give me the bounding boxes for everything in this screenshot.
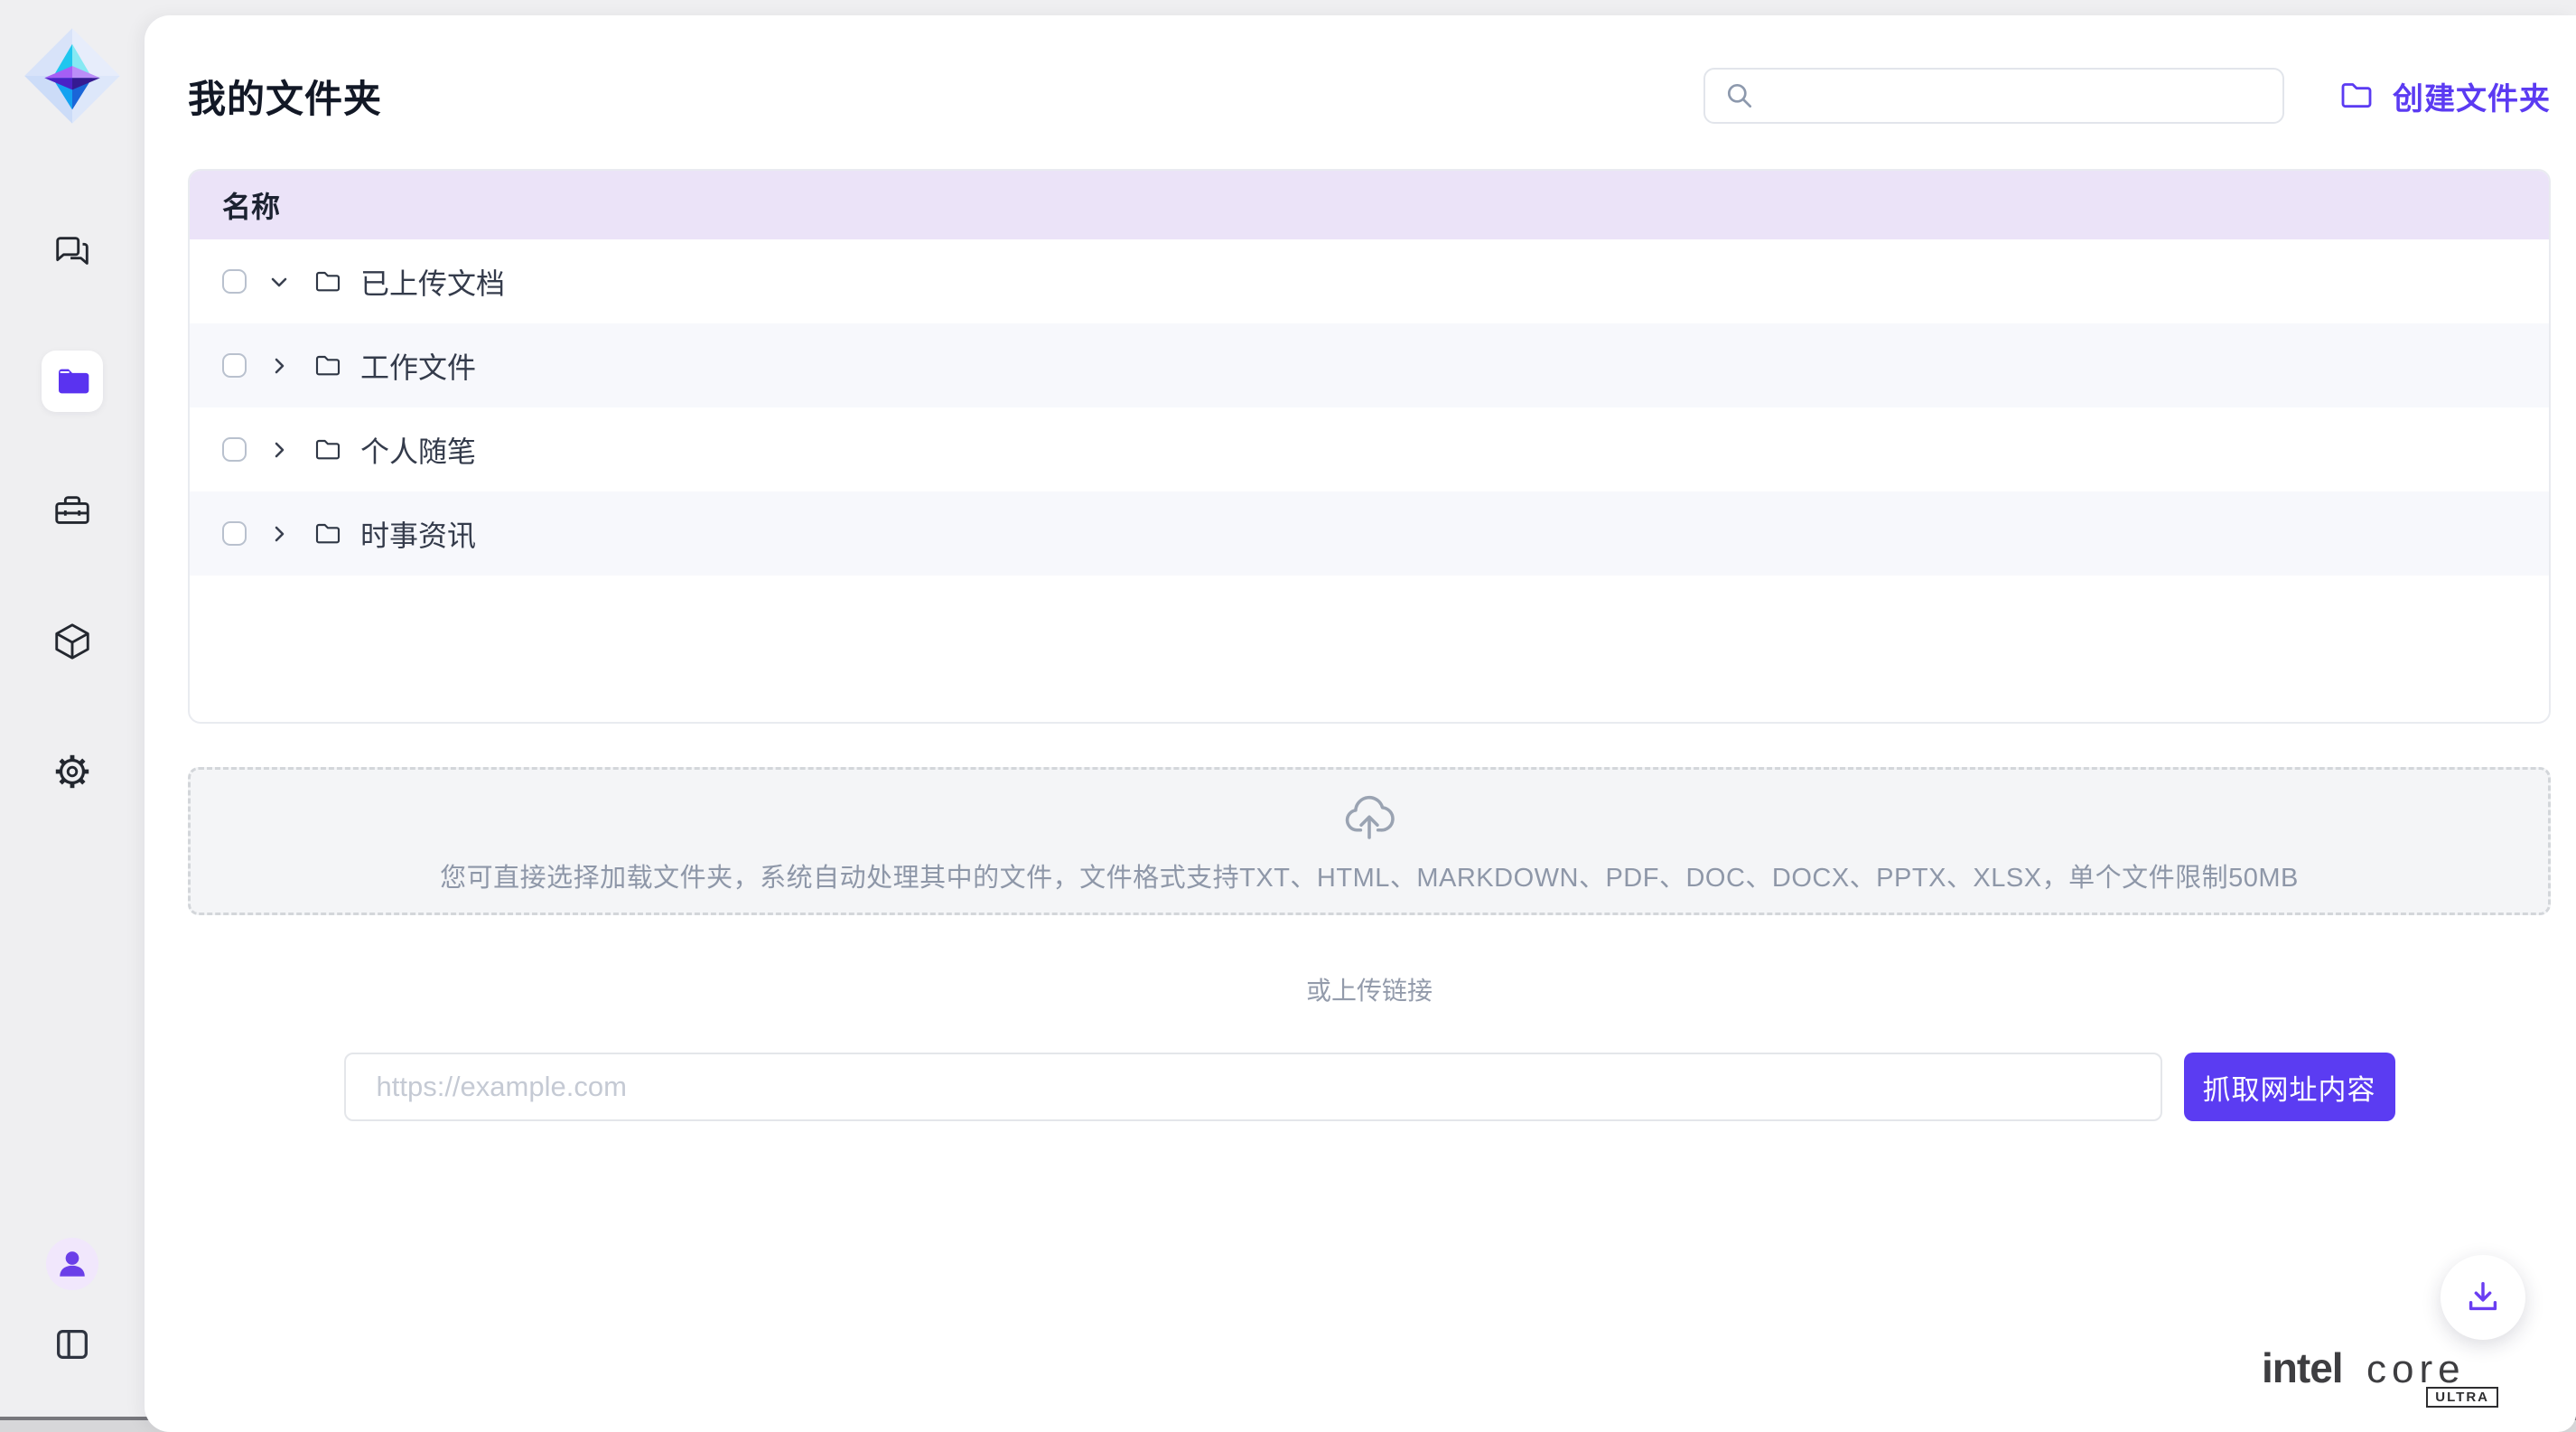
app-logo [23, 25, 122, 126]
chevron-down-icon[interactable] [268, 271, 290, 293]
chevron-right-icon[interactable] [268, 355, 290, 377]
toolbox-icon [51, 491, 93, 532]
intel-wordmark: intel [2262, 1343, 2343, 1392]
user-avatar[interactable] [46, 1238, 98, 1290]
row-checkbox[interactable] [222, 269, 247, 294]
folder-name: 工作文件 [360, 345, 476, 387]
table-row-personal-notes[interactable]: 个人随笔 [190, 407, 2549, 491]
sidebar-item-toolbox[interactable] [42, 481, 103, 542]
page-header: 我的文件夹 创建文件夹 [188, 66, 2551, 126]
folder-name: 时事资讯 [360, 513, 476, 555]
chat-bubbles-icon [51, 230, 93, 272]
upload-hint-text: 您可直接选择加载文件夹，系统自动处理其中的文件，文件格式支持TXT、HTML、M… [440, 856, 2299, 894]
folder-icon [313, 435, 342, 464]
app-window: 我的文件夹 创建文件夹 名称 [0, 0, 2576, 1420]
core-wordmark: core [2366, 1347, 2466, 1392]
table-row-work-files[interactable]: 工作文件 [190, 323, 2549, 407]
row-checkbox[interactable] [222, 521, 247, 546]
or-upload-link-label: 或上传链接 [188, 971, 2551, 1007]
url-upload-row: 抓取网址内容 [188, 1053, 2551, 1121]
sidebar-collapse-button[interactable] [45, 1317, 99, 1371]
download-button[interactable] [2441, 1255, 2525, 1340]
panel-toggle-icon [51, 1324, 93, 1365]
folder-table: 名称 已上传文档 工作文件 [188, 169, 2551, 724]
folder-icon [313, 519, 342, 548]
search-box[interactable] [1703, 68, 2284, 124]
folder-icon [313, 267, 342, 296]
cube-icon [51, 621, 93, 662]
diamond-logo-icon [23, 25, 122, 126]
user-avatar-icon [52, 1244, 92, 1284]
gear-icon [51, 751, 93, 792]
sidebar-item-models[interactable] [42, 611, 103, 672]
sidebar-item-folders[interactable] [42, 351, 103, 412]
main-panel: 我的文件夹 创建文件夹 名称 [145, 15, 2576, 1432]
cloud-upload-icon [1339, 788, 1399, 847]
table-header-row: 名称 [190, 171, 2549, 239]
url-input[interactable] [344, 1053, 2162, 1121]
create-folder-label: 创建文件夹 [2393, 74, 2551, 118]
fetch-url-button[interactable]: 抓取网址内容 [2184, 1053, 2395, 1121]
sidebar-item-chat[interactable] [42, 220, 103, 282]
folder-name: 已上传文档 [360, 261, 505, 303]
search-icon [1723, 80, 1756, 112]
upload-dropzone[interactable]: 您可直接选择加载文件夹，系统自动处理其中的文件，文件格式支持TXT、HTML、M… [188, 767, 2551, 915]
ultra-badge: ULTRA [2426, 1387, 2498, 1408]
search-input[interactable] [1769, 80, 2264, 111]
create-folder-button[interactable]: 创建文件夹 [2338, 74, 2551, 118]
table-row-news[interactable]: 时事资讯 [190, 491, 2549, 576]
intel-core-ultra-logo: intel core ULTRA [2262, 1343, 2533, 1407]
sidebar-item-settings[interactable] [42, 741, 103, 802]
download-icon [2462, 1277, 2504, 1318]
folder-name: 个人随笔 [360, 429, 476, 471]
table-row-uploaded-docs[interactable]: 已上传文档 [190, 239, 2549, 323]
sidebar [0, 0, 145, 1417]
chevron-right-icon[interactable] [268, 523, 290, 545]
row-checkbox[interactable] [222, 353, 247, 378]
sidebar-nav [42, 220, 103, 802]
row-checkbox[interactable] [222, 437, 247, 462]
chevron-right-icon[interactable] [268, 439, 290, 461]
create-folder-icon [2338, 78, 2375, 114]
name-column-header: 名称 [222, 184, 280, 226]
page-title: 我的文件夹 [188, 69, 382, 124]
folder-icon [313, 351, 342, 380]
folder-icon [54, 363, 90, 399]
